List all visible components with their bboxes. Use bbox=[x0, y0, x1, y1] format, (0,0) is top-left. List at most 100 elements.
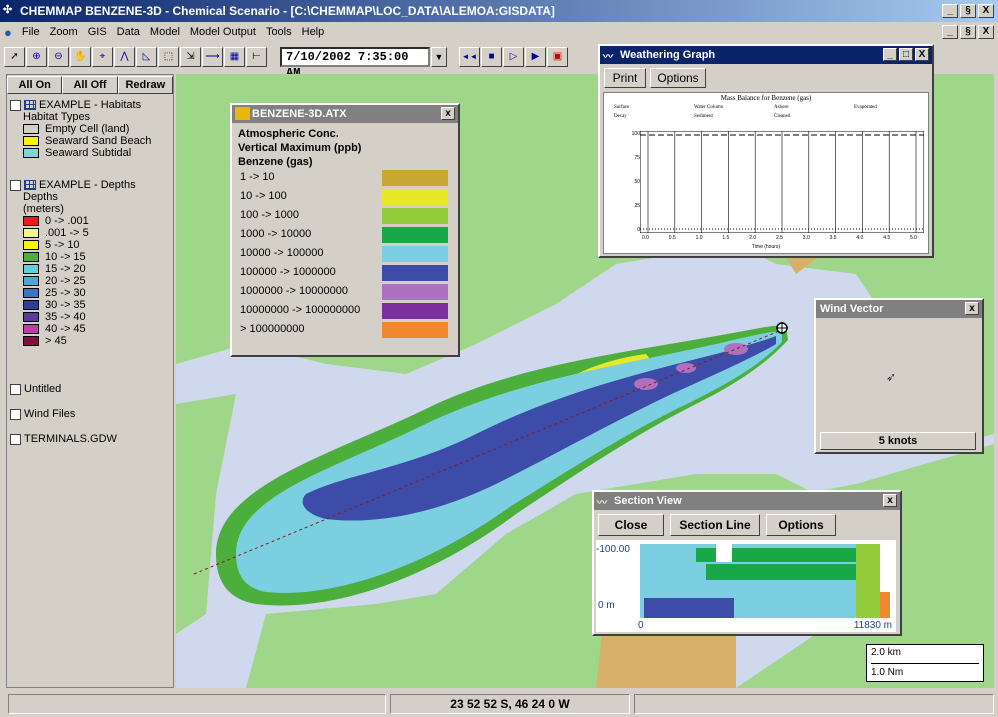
section-chart: -100.00 0 m 0 11830 m bbox=[596, 540, 896, 632]
plume-pink-2 bbox=[676, 363, 696, 373]
atx-title-bar[interactable]: BENZENE-3D.ATX x bbox=[232, 105, 458, 123]
pointer-icon[interactable]: ➚ bbox=[4, 47, 25, 67]
section-line-button[interactable]: Section Line bbox=[670, 514, 760, 536]
atx-range-label: 10000000 -> 100000000 bbox=[240, 304, 361, 316]
play-button[interactable]: ▶ bbox=[525, 47, 546, 67]
wind-title-bar[interactable]: Wind Vector x bbox=[816, 300, 982, 318]
weathering-xlabel: Time (hours) bbox=[751, 244, 781, 250]
menu-gis[interactable]: GIS bbox=[88, 26, 107, 38]
doc-restore-button[interactable]: § bbox=[960, 25, 976, 39]
depth-item-label: 20 -> 25 bbox=[45, 275, 86, 287]
terminals-checkbox[interactable] bbox=[10, 433, 21, 445]
weathering-legend-item: Ashore bbox=[774, 105, 789, 110]
all-off-button[interactable]: All Off bbox=[62, 76, 118, 94]
depth-swatch bbox=[23, 288, 39, 298]
menu-file[interactable]: File bbox=[22, 26, 40, 38]
stop-button[interactable]: ■ bbox=[481, 47, 502, 67]
depths-label: Depths bbox=[23, 191, 58, 203]
polyline-icon[interactable]: ⋀ bbox=[114, 47, 135, 67]
section-white-gap bbox=[716, 544, 732, 562]
all-on-button[interactable]: All On bbox=[7, 76, 63, 94]
depth-swatch bbox=[23, 264, 39, 274]
habitats-layer-title: EXAMPLE - Habitats bbox=[39, 99, 142, 111]
weathering-close-button[interactable]: X bbox=[915, 48, 929, 61]
depth-swatch bbox=[23, 276, 39, 286]
grid-layer-icon bbox=[24, 100, 36, 110]
step-button[interactable]: ▷ bbox=[503, 47, 524, 67]
weathering-xtick: 1.0 bbox=[695, 235, 703, 241]
weathering-chart-title: Mass Balance for Benzene (gas) bbox=[720, 94, 812, 102]
weathering-legend-item: Water Column bbox=[694, 105, 724, 110]
rewind-button[interactable]: ◄◄ bbox=[459, 47, 480, 67]
section-close-button[interactable]: Close bbox=[598, 514, 664, 536]
pan-icon[interactable]: ✋ bbox=[70, 47, 91, 67]
depth-swatch bbox=[23, 336, 39, 346]
print-button[interactable]: Print bbox=[604, 68, 646, 88]
atx-legend-window: BENZENE-3D.ATX x Atmospheric Conc. Verti… bbox=[230, 103, 460, 357]
weathering-xtick: 5.0 bbox=[910, 235, 917, 241]
polygon-icon[interactable]: ◺ bbox=[136, 47, 157, 67]
menu-help[interactable]: Help bbox=[302, 26, 325, 38]
habitats-checkbox[interactable] bbox=[10, 99, 21, 111]
zoom-in-icon[interactable]: ⊕ bbox=[26, 47, 47, 67]
status-extra bbox=[634, 694, 994, 714]
weathering-xtick: 4.0 bbox=[856, 235, 864, 241]
restore-button[interactable]: § bbox=[960, 4, 976, 18]
habitat-swatch bbox=[23, 136, 39, 146]
section-lime bbox=[856, 544, 880, 618]
arrow-icon[interactable]: ⟶ bbox=[202, 47, 223, 67]
weathering-max-button[interactable]: □ bbox=[899, 48, 913, 61]
depth-item: > 45 bbox=[23, 335, 136, 347]
terminals-label: TERMINALS.GDW bbox=[24, 433, 117, 445]
move-icon[interactable]: ⇲ bbox=[180, 47, 201, 67]
ruler-icon[interactable]: ⊢ bbox=[246, 47, 267, 67]
menu-model-output[interactable]: Model Output bbox=[190, 26, 256, 38]
close-button[interactable]: X bbox=[978, 4, 994, 18]
wind-files-label: Wind Files bbox=[24, 408, 76, 420]
weathering-xtick: 0.0 bbox=[642, 235, 649, 241]
depth-item: 5 -> 10 bbox=[23, 239, 136, 251]
chemmap-app-icon[interactable]: ✣ bbox=[3, 3, 18, 18]
select-icon[interactable]: ⬚ bbox=[158, 47, 179, 67]
weathering-min-button[interactable]: _ bbox=[883, 48, 897, 61]
atx-title: BENZENE-3D.ATX bbox=[252, 108, 347, 120]
doc-close-button[interactable]: X bbox=[978, 25, 994, 39]
wind-close-button[interactable]: x bbox=[965, 302, 979, 315]
scale-bar: 2.0 km 1.0 Nm bbox=[866, 644, 984, 682]
atx-range-label: 100 -> 1000 bbox=[240, 209, 300, 221]
globe-icon[interactable]: ● bbox=[4, 25, 12, 40]
untitled-checkbox[interactable] bbox=[10, 383, 21, 395]
zoom-out-icon[interactable]: ⊖ bbox=[48, 47, 69, 67]
section-options-button[interactable]: Options bbox=[766, 514, 836, 536]
measure-icon[interactable]: ⌖ bbox=[92, 47, 113, 67]
redraw-button[interactable]: Redraw bbox=[117, 76, 173, 94]
section-close-x-button[interactable]: x bbox=[883, 494, 897, 507]
chevron-down-icon[interactable]: ▼ bbox=[431, 47, 447, 67]
depth-swatch bbox=[23, 228, 39, 238]
wind-files-checkbox[interactable] bbox=[10, 408, 21, 420]
menu-model[interactable]: Model bbox=[150, 26, 180, 38]
scale-line bbox=[871, 663, 979, 664]
legend-buttons: All On All Off Redraw bbox=[7, 76, 173, 94]
grid-icon[interactable]: ▦ bbox=[224, 47, 245, 67]
menu-zoom[interactable]: Zoom bbox=[50, 26, 78, 38]
depths-unit-label: (meters) bbox=[23, 203, 64, 215]
weathering-options-button[interactable]: Options bbox=[650, 68, 706, 88]
depth-item-label: 40 -> 45 bbox=[45, 323, 86, 335]
chart-icon bbox=[235, 107, 250, 120]
section-title: Section View bbox=[614, 495, 682, 507]
doc-minimize-button[interactable]: _ bbox=[942, 25, 958, 39]
menu-tools[interactable]: Tools bbox=[266, 26, 292, 38]
weathering-legend-item: Decay bbox=[614, 114, 627, 119]
section-title-bar[interactable]: 〰 Section View x bbox=[594, 492, 900, 510]
minimize-button[interactable]: _ bbox=[942, 4, 958, 18]
atx-close-button[interactable]: x bbox=[441, 107, 455, 120]
section-x-right: 11830 m bbox=[853, 620, 892, 631]
land-west bbox=[176, 394, 236, 634]
weathering-title-bar[interactable]: 〰 Weathering Graph _ □ X bbox=[600, 46, 932, 64]
record-icon[interactable]: ▣ bbox=[547, 47, 568, 67]
section-plot bbox=[636, 542, 890, 620]
depths-checkbox[interactable] bbox=[10, 179, 21, 191]
menu-data[interactable]: Data bbox=[117, 26, 140, 38]
datetime-select[interactable]: 7/10/2002 7:35:00 AM bbox=[280, 47, 430, 80]
